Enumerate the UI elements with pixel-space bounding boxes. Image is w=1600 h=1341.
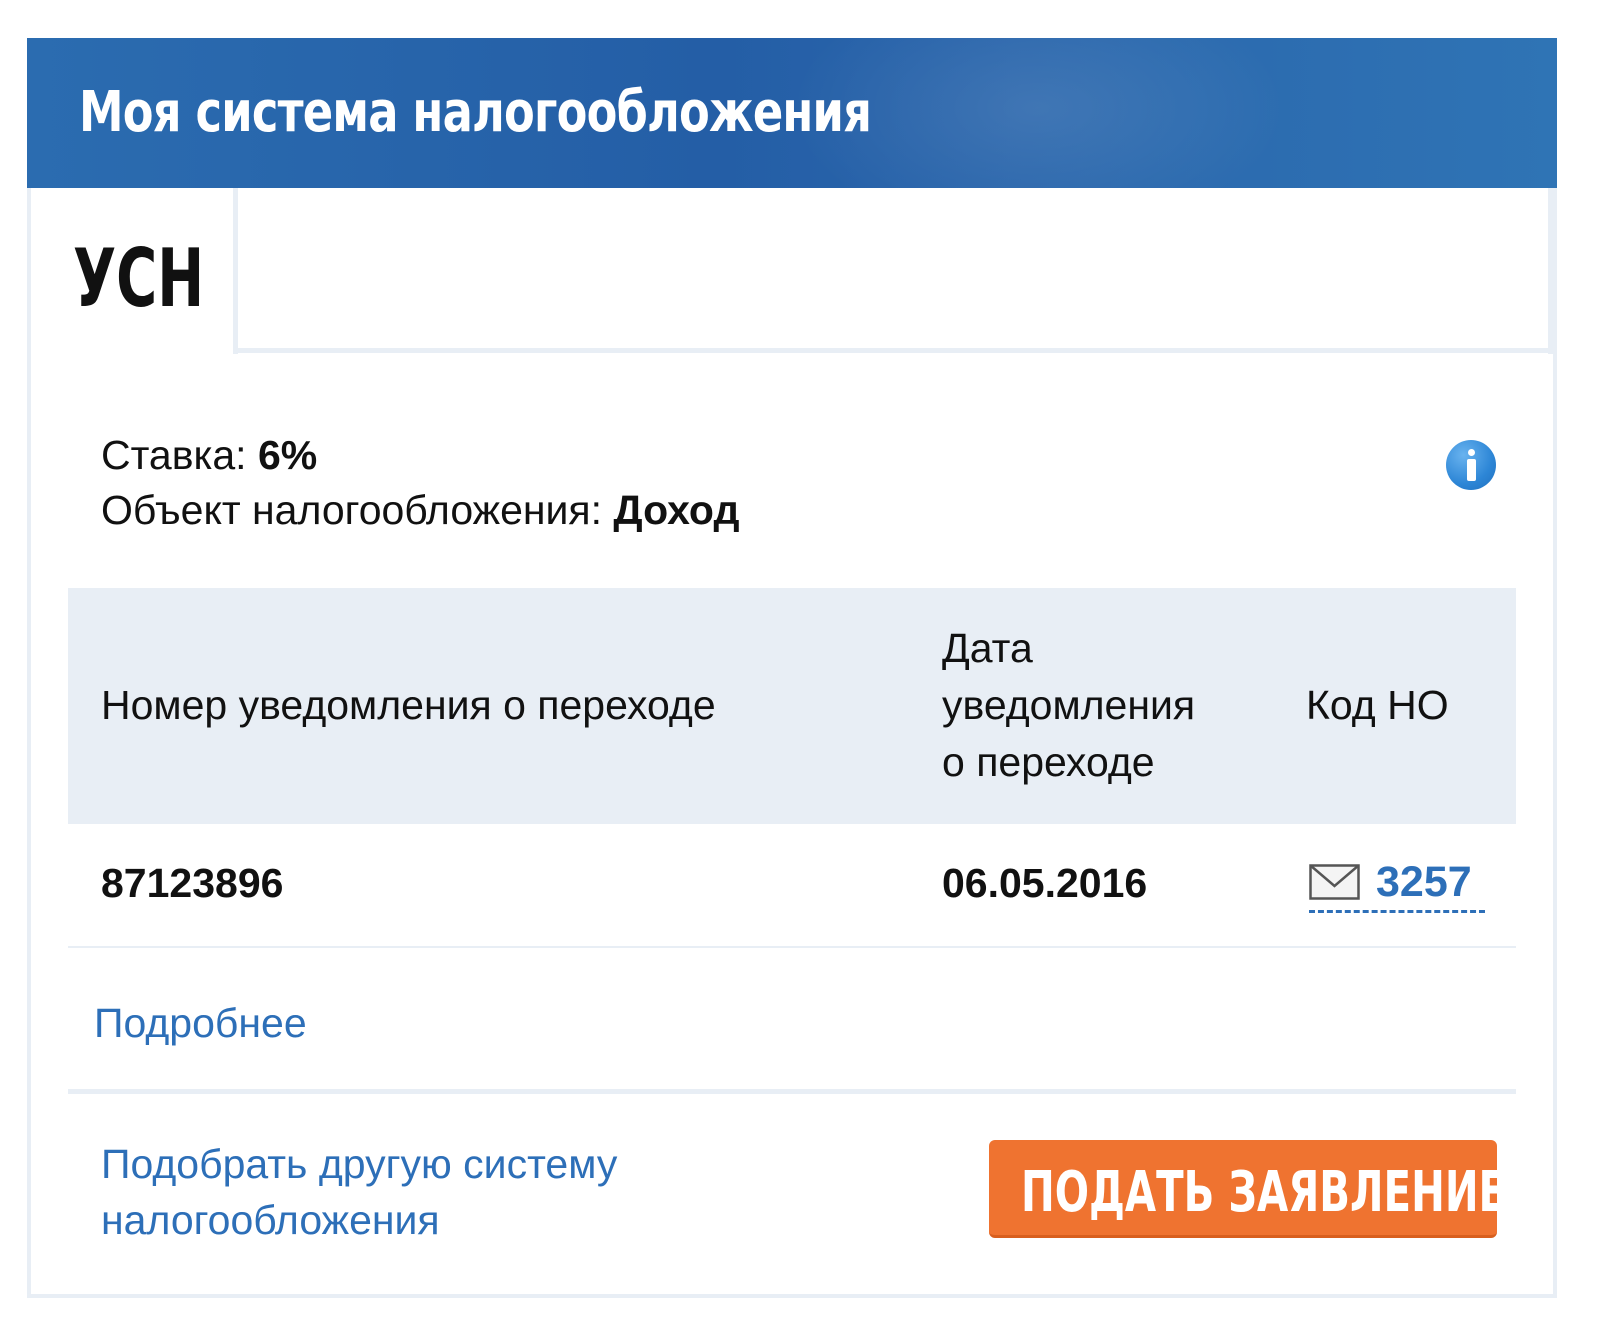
tab-usn[interactable]: УСН [31, 188, 233, 354]
tab-strip: УСН [31, 188, 1553, 354]
table-header: Номер уведомления о переходе Дата уведом… [68, 588, 1516, 824]
tab-edge [1548, 188, 1553, 354]
column-header-code: Код НО [1306, 682, 1449, 728]
column-header-date: Дата уведомления о переходе [942, 620, 1195, 791]
tab-baseline [238, 348, 1553, 353]
object-line: Объект налогообложения: Доход [101, 487, 739, 534]
card-header: Моя система налогообложения [27, 38, 1557, 188]
tab-usn-label: УСН [73, 232, 205, 325]
column-header-date-line: уведомления [942, 682, 1196, 728]
choose-other-system-link[interactable]: Подобрать другую систему налогообложения [101, 1136, 741, 1248]
submit-button-label: ПОДАТЬ ЗАЯВЛЕНИЕ [1021, 1160, 1497, 1225]
cell-date: 06.05.2016 [942, 860, 1148, 906]
rate-value: 6% [257, 432, 318, 478]
rate-label: Ставка: [101, 432, 258, 478]
tab-divider [233, 188, 238, 354]
info-icon[interactable] [1446, 440, 1496, 490]
column-header-date-line: о переходе [942, 739, 1155, 785]
info-icon-stem [1467, 459, 1476, 481]
envelope-icon[interactable] [1309, 864, 1360, 900]
choose-link-line: налогообложения [101, 1197, 440, 1243]
object-value: Доход [613, 487, 740, 533]
column-header-number: Номер уведомления о переходе [101, 682, 716, 728]
code-link-underline [1309, 910, 1485, 913]
submit-application-button[interactable]: ПОДАТЬ ЗАЯВЛЕНИЕ [989, 1140, 1497, 1238]
tax-office-code-link[interactable]: 3257 [1376, 858, 1472, 907]
cell-number: 87123896 [101, 860, 284, 906]
choose-link-line: Подобрать другую систему [101, 1141, 618, 1187]
column-header-date-line: Дата [942, 625, 1033, 671]
info-icon-dot [1468, 449, 1475, 456]
card-title: Моя система налогообложения [79, 80, 872, 145]
section-divider [68, 1089, 1516, 1094]
object-label: Объект налогообложения: [101, 487, 614, 533]
rate-line: Ставка: 6% [101, 432, 317, 479]
more-details-link[interactable]: Подробнее [94, 1000, 307, 1047]
row-divider [68, 946, 1516, 948]
